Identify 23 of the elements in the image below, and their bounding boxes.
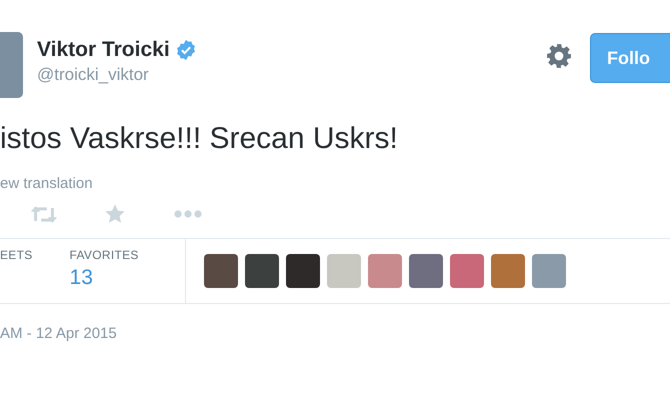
stat-label: FAVORITES xyxy=(70,248,139,262)
avatar-photo-placeholder[interactable] xyxy=(368,254,402,288)
avatar-photo-placeholder[interactable] xyxy=(204,254,238,288)
more-icon[interactable] xyxy=(174,210,202,218)
avatar-photo-placeholder[interactable] xyxy=(532,254,566,288)
avatar-photo-placeholder[interactable] xyxy=(327,254,361,288)
tweet-timestamp: AM - 12 Apr 2015 xyxy=(0,325,118,342)
settings-icon[interactable] xyxy=(546,43,572,69)
view-translation-link[interactable]: ew translation xyxy=(0,175,670,192)
stat-count[interactable]: 13 xyxy=(70,266,139,290)
user-handle: @troicki_viktor xyxy=(37,65,150,85)
user-name[interactable]: Viktor Troicki xyxy=(37,38,170,62)
tweet-text: istos Vaskrse!!! Srecan Uskrs! xyxy=(0,121,399,157)
avatar-photo-placeholder[interactable] xyxy=(286,254,320,288)
retweet-icon[interactable] xyxy=(30,204,58,224)
avatar-photo-placeholder[interactable] xyxy=(245,254,279,288)
favorite-star-icon[interactable] xyxy=(104,203,126,225)
avatar-photo-placeholder[interactable] xyxy=(409,254,443,288)
avatar-photo-placeholder[interactable] xyxy=(450,254,484,288)
avatar-photo-placeholder[interactable] xyxy=(0,32,23,98)
stat-label: EETS xyxy=(0,248,33,262)
follow-button[interactable]: Follo xyxy=(590,33,670,83)
avatar-photo-placeholder[interactable] xyxy=(491,254,525,288)
